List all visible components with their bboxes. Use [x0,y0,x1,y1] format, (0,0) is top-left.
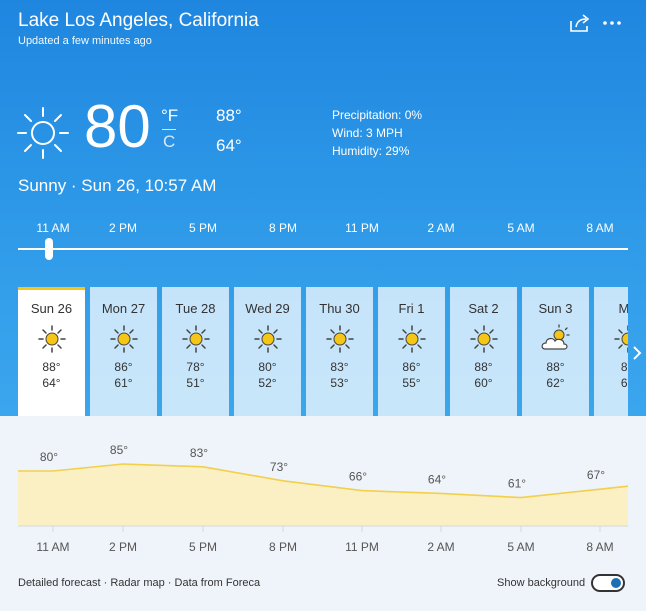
toggle-knob [611,578,621,588]
daily-forecast: Sun 26 88° 64° Mon 27 86° 61° Tue 28 78° 51° Wed … [18,287,628,417]
footer-links[interactable]: Detailed forecast · Radar map · Data fro… [18,577,260,589]
hour-label[interactable]: 2 PM [109,221,137,235]
x-tick-label: 11 PM [345,540,379,554]
unit-divider [162,129,176,130]
sun-icon [397,325,426,353]
day-tile[interactable]: Sat 2 88° 60° [450,287,517,416]
x-tick-label: 8 AM [586,540,613,554]
day-high: 87 [620,360,628,374]
day-name: Tue 28 [175,301,216,316]
day-low: 62° [546,376,565,390]
day-name: Sun 26 [30,301,73,316]
x-tick-label: 2 PM [109,540,137,554]
humidity: Humidity: 29% [332,144,410,158]
hour-label[interactable]: 11 PM [345,221,379,235]
temperature-data-label: 67° [587,468,605,482]
location-title[interactable]: Lake Los Angeles, California [18,10,259,32]
x-tick-label: 5 PM [189,540,217,554]
temperature-data-label: 66° [349,470,367,484]
updated-text: Updated a few minutes ago [18,35,152,47]
day-tile[interactable]: Thu 30 83° 53° [306,287,373,416]
day-name: Mon 27 [101,301,146,316]
hour-label[interactable]: 11 AM [36,221,69,235]
day-low: 55° [402,376,421,390]
day-high: 86° [402,360,421,374]
temperature-data-label: 83° [190,446,208,460]
day-name: Wed 29 [245,301,290,316]
day-high: 88° [546,360,565,374]
sun-icon [109,325,138,353]
day-tile[interactable]: Mo 87 61 [594,287,628,416]
hour-label[interactable]: 8 AM [586,221,613,235]
sun-icon [253,325,282,353]
day-high: 88° [42,360,61,374]
day-name: Thu 30 [319,301,360,316]
temperature-data-label: 73° [270,460,288,474]
weather-details: Precipitation: 0% Wind: 3 MPH Humidity: … [332,106,422,160]
hourly-slider-track[interactable] [18,248,628,250]
hour-label[interactable]: 5 AM [507,221,534,235]
condition-text: Sunny · Sun 26, 10:57 AM [18,176,217,195]
unit-fahrenheit[interactable]: °F [161,106,178,126]
sun-icon [325,325,354,353]
hour-label[interactable]: 5 PM [189,221,217,235]
show-background-toggle[interactable] [591,574,625,592]
day-name: Fri 1 [398,301,425,316]
sun-icon [17,107,69,159]
today-low: 64° [216,136,242,155]
unit-celsius[interactable]: C [163,132,175,152]
day-low: 64° [42,376,61,390]
wind: Wind: 3 MPH [332,126,403,140]
weather-card: Lake Los Angeles, California Updated a f… [0,0,646,611]
day-name: Sat 2 [468,301,499,316]
temperature-chart: 80° 11 AM 85° 2 PM 83° 5 PM 73° 8 PM 66° 11 PM 64°… [18,443,629,554]
day-low: 60° [474,376,493,390]
day-tile[interactable]: Sun 3 88° 62° [522,287,589,416]
day-low: 53° [330,376,349,390]
sun-icon [181,325,210,353]
x-tick-label: 2 AM [427,540,454,554]
hourly-slider-thumb[interactable] [44,238,53,260]
day-low: 61 [620,376,628,390]
day-tile[interactable]: Sun 26 88° 64° [18,287,85,416]
show-background-label: Show background [497,577,586,589]
day-low: 61° [114,376,133,390]
temperature-data-label: 64° [428,472,446,486]
day-tile[interactable]: Fri 1 86° 55° [378,287,445,416]
current-temperature: 80 [84,93,151,160]
day-high: 80° [258,360,277,374]
day-high: 83° [330,360,349,374]
precipitation: Precipitation: 0% [332,108,423,122]
sun-icon [613,325,628,353]
day-low: 51° [186,376,205,390]
more-options-icon[interactable] [600,12,624,34]
day-high: 78° [186,360,205,374]
day-name: Sun 3 [538,301,573,316]
day-tile[interactable]: Mon 27 86° 61° [90,287,157,416]
sun-icon [37,325,66,353]
hour-label[interactable]: 8 PM [269,221,297,235]
day-high: 88° [474,360,493,374]
weather-hero: Lake Los Angeles, California Updated a f… [0,0,646,416]
day-high: 86° [114,360,133,374]
temperature-data-label: 61° [508,477,526,491]
day-name: Mo [618,301,628,316]
day-tile[interactable]: Tue 28 78° 51° [162,287,229,416]
share-icon[interactable] [568,12,592,34]
x-tick-label: 5 AM [507,540,534,554]
partly-cloudy-icon [541,324,570,350]
temperature-data-label: 85° [110,443,128,457]
chevron-right-icon[interactable] [630,342,644,364]
x-tick-label: 8 PM [269,540,297,554]
temperature-area [18,464,628,526]
day-low: 52° [258,376,277,390]
hourly-labels: 11 AM 2 PM 5 PM 8 PM 11 PM 2 AM 5 AM 8 AM [0,221,646,237]
today-high: 88° [216,106,242,125]
temperature-data-label: 80° [40,450,58,464]
hour-label[interactable]: 2 AM [427,221,454,235]
sun-icon [469,325,498,353]
day-tile[interactable]: Wed 29 80° 52° [234,287,301,416]
x-tick-label: 11 AM [36,540,69,554]
